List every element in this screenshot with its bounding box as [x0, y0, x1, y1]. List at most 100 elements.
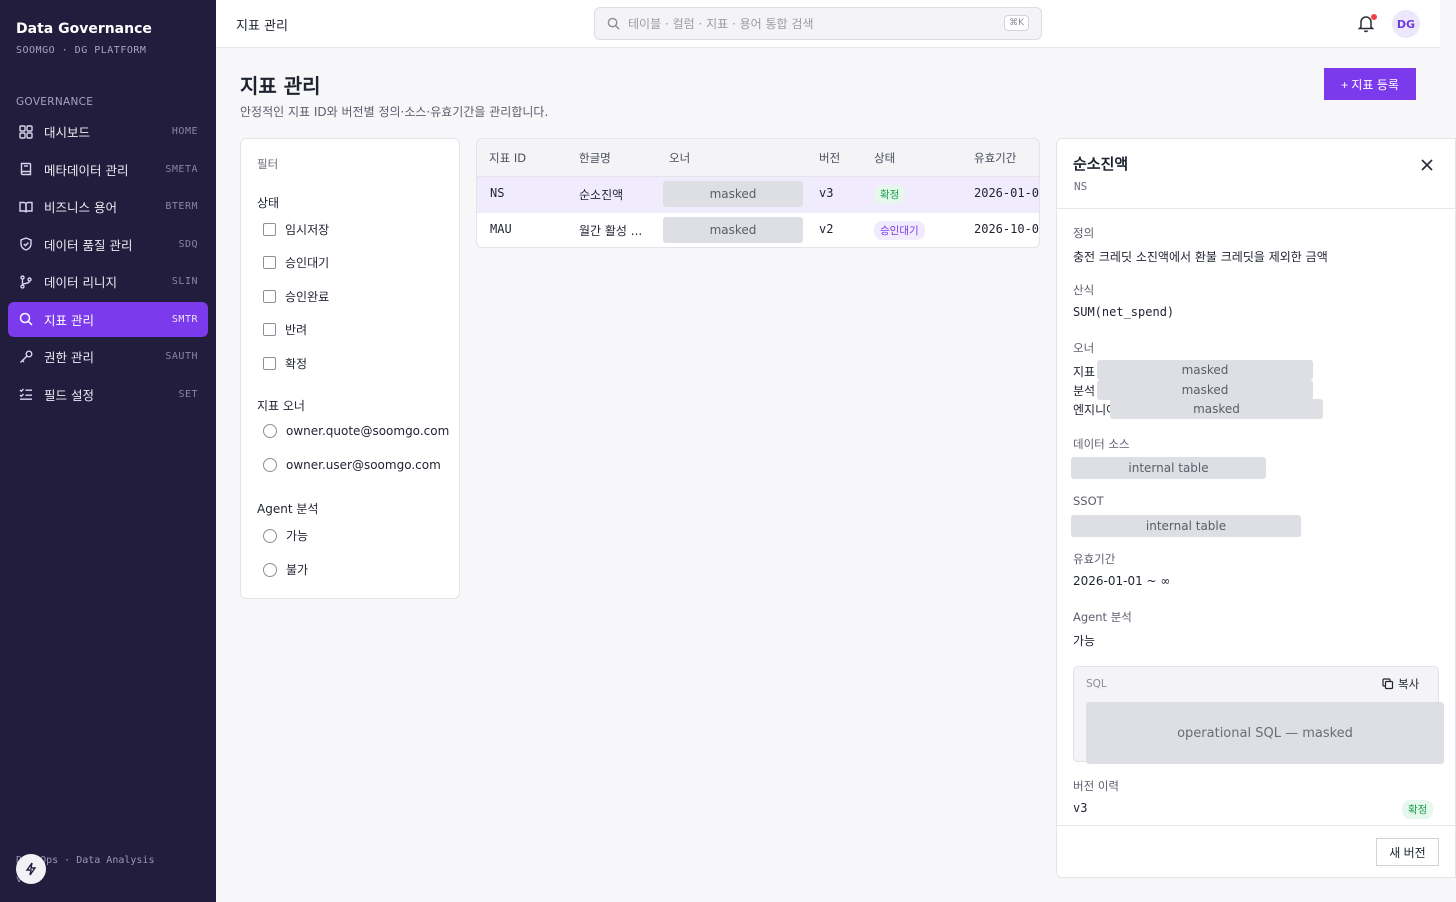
- definition-value: 충전 크레딧 소진액에서 환불 크레딧을 제외한 금액: [1073, 250, 1328, 264]
- owner-masked: masked: [1097, 380, 1313, 400]
- metric-detail-panel: 순소진액 NS 정의 충전 크레딧 소진액에서 환불 크레딧을 제외한 금액 산…: [1056, 138, 1456, 878]
- history-label: 버전 이력: [1073, 779, 1119, 793]
- sidebar-item-field-settings[interactable]: 필드 설정 SET: [8, 377, 208, 412]
- page-description: 안정적인 지표 ID와 버전별 정의·소스·유효기간을 관리합니다.: [240, 105, 549, 119]
- status-badge: 승인대기: [874, 221, 925, 240]
- checkbox[interactable]: [263, 357, 276, 370]
- brand-subtitle: SOOMGO · DG PLATFORM: [16, 45, 147, 56]
- bolt-icon[interactable]: [16, 854, 46, 884]
- formula-value: SUM(net_spend): [1073, 305, 1175, 319]
- owner-role: 지표: [1073, 365, 1096, 379]
- shield-check-icon: [18, 236, 34, 252]
- option-label: 임시저장: [285, 223, 330, 237]
- radio[interactable]: [263, 562, 277, 577]
- history-version[interactable]: v3: [1073, 801, 1087, 815]
- sidebar: Data Governance SOOMGO · DG PLATFORM GOV…: [0, 0, 216, 902]
- status-option-pending[interactable]: 승인대기: [263, 254, 329, 271]
- close-icon[interactable]: [1417, 155, 1437, 175]
- checkbox[interactable]: [263, 256, 276, 269]
- sql-masked: operational SQL — masked: [1086, 702, 1444, 764]
- option-label: 가능: [286, 529, 309, 543]
- radio[interactable]: [263, 528, 277, 543]
- sidebar-item-label: 권한 관리: [44, 350, 94, 365]
- cell-owner-masked: masked: [663, 181, 803, 207]
- cell-id: MAU: [490, 222, 512, 236]
- sidebar-item-code: SET: [178, 388, 198, 400]
- table-row[interactable]: MAU 월간 활성 ... masked v2 승인대기 2026-10-01: [477, 213, 1040, 247]
- search-icon: [18, 311, 34, 327]
- ssot-label: SSOT: [1073, 494, 1104, 508]
- nav-list: 대시보드 HOME 메타데이터 관리 SMETA 비즈니스 용어 BTERM 데…: [8, 114, 208, 414]
- column-header-name[interactable]: 한글명: [579, 150, 611, 166]
- status-option-rejected[interactable]: 반려: [263, 321, 307, 338]
- agent-filter-label: Agent 분석: [257, 502, 319, 516]
- owner-option-quote[interactable]: owner.quote@soomgo.com: [263, 424, 449, 438]
- table-row[interactable]: NS 순소진액 masked v3 확정 2026-01-01: [477, 177, 1039, 213]
- nav-section-label: GOVERNANCE: [16, 96, 94, 108]
- new-version-button[interactable]: 새 버전: [1376, 838, 1439, 866]
- sidebar-item-metadata[interactable]: 메타데이터 관리 SMETA: [8, 152, 208, 187]
- sidebar-item-code: SAUTH: [165, 351, 198, 362]
- sidebar-item-label: 대시보드: [44, 125, 91, 140]
- column-header-version[interactable]: 버전: [819, 150, 840, 166]
- register-metric-button[interactable]: + 지표 등록: [1324, 68, 1416, 100]
- metrics-table: 지표 ID 한글명 오너 버전 상태 유효기간 NS 순소진액 masked v…: [476, 138, 1040, 248]
- agent-option-yes[interactable]: 가능: [263, 527, 308, 544]
- radio[interactable]: [263, 458, 277, 472]
- cell-period: 2026-01-01: [974, 186, 1040, 200]
- cell-period: 2026-10-01: [974, 222, 1040, 236]
- sidebar-item-permissions[interactable]: 권한 관리 SAUTH: [8, 339, 208, 374]
- search-icon: [607, 17, 620, 30]
- copy-icon: [1382, 678, 1394, 690]
- radio[interactable]: [263, 424, 277, 438]
- cell-id: NS: [490, 186, 505, 200]
- checkbox[interactable]: [263, 290, 276, 303]
- option-label: 확정: [285, 357, 308, 371]
- page-title: 지표 관리: [240, 74, 321, 98]
- cell-owner-masked: masked: [663, 217, 803, 243]
- owner-label: 오너: [1073, 341, 1095, 355]
- sidebar-item-dashboard[interactable]: 대시보드 HOME: [8, 114, 208, 149]
- status-option-approved[interactable]: 승인완료: [263, 288, 329, 305]
- sidebar-item-metrics[interactable]: 지표 관리 SMTR: [8, 301, 208, 337]
- definition-label: 정의: [1073, 226, 1095, 240]
- grid-icon: [18, 124, 34, 140]
- period-value: 2026-01-01 ~ ∞: [1073, 574, 1171, 588]
- column-header-period[interactable]: 유효기간: [974, 150, 1016, 166]
- global-search[interactable]: ⌘K: [594, 7, 1042, 40]
- avatar[interactable]: DG: [1392, 10, 1420, 38]
- owner-filter-label: 지표 오너: [257, 399, 305, 413]
- column-header-status[interactable]: 상태: [874, 150, 895, 166]
- column-header-id[interactable]: 지표 ID: [489, 150, 526, 166]
- checkbox[interactable]: [263, 223, 276, 236]
- cell-name: 순소진액: [579, 188, 624, 202]
- owner-role: 분석: [1073, 384, 1096, 398]
- agent-option-no[interactable]: 불가: [263, 561, 308, 578]
- book-icon: [18, 161, 34, 177]
- sidebar-item-data-quality[interactable]: 데이터 품질 관리 SDQ: [8, 227, 208, 262]
- checklist-icon: [18, 386, 34, 402]
- checkbox[interactable]: [263, 323, 276, 336]
- cell-version: v3: [819, 186, 834, 200]
- copy-button[interactable]: 복사: [1382, 676, 1419, 692]
- sidebar-item-business-terms[interactable]: 비즈니스 용어 BTERM: [8, 189, 208, 224]
- period-label: 유효기간: [1073, 552, 1116, 566]
- status-option-confirmed[interactable]: 확정: [263, 355, 307, 372]
- sidebar-item-label: 필드 설정: [44, 387, 94, 403]
- owner-option-user[interactable]: owner.user@soomgo.com: [263, 458, 441, 472]
- status-option-draft[interactable]: 임시저장: [263, 221, 329, 238]
- sidebar-item-code: SMTR: [171, 313, 198, 325]
- bell-icon[interactable]: [1356, 13, 1378, 35]
- sidebar-item-label: 비즈니스 용어: [44, 200, 117, 215]
- sidebar-item-code: SDQ: [178, 238, 198, 250]
- sidebar-item-label: 데이터 품질 관리: [44, 237, 133, 253]
- search-input[interactable]: [628, 16, 988, 31]
- sidebar-item-lineage[interactable]: 데이터 리니지 SLIN: [8, 264, 208, 299]
- column-header-owner[interactable]: 오너: [669, 150, 690, 166]
- copy-label: 복사: [1398, 677, 1420, 691]
- divider: [1057, 208, 1455, 209]
- option-label: 반려: [285, 323, 308, 337]
- owner-masked: masked: [1097, 360, 1313, 380]
- option-label: 승인완료: [285, 290, 330, 304]
- option-label: 불가: [286, 563, 309, 577]
